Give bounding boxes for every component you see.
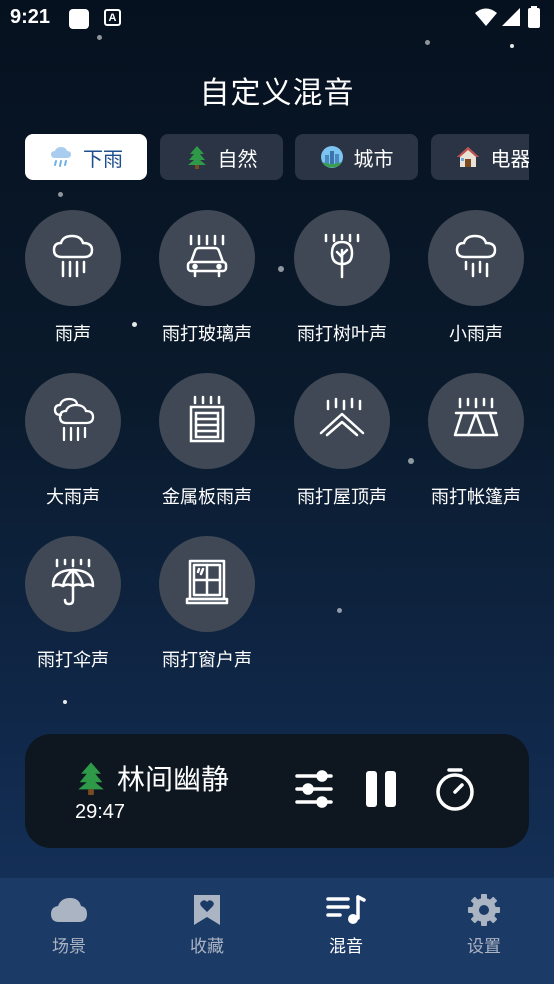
pine-tree-icon — [186, 145, 208, 169]
sound-button[interactable] — [159, 210, 255, 306]
star-dot — [408, 458, 414, 464]
tab-nature[interactable]: 自然 — [160, 134, 283, 180]
nav-label: 混音 — [329, 937, 363, 957]
notification-square-icon — [68, 8, 90, 34]
nav-item-settings[interactable]: 设置 — [434, 892, 534, 957]
nav-label: 收藏 — [190, 937, 224, 957]
sound-label: 雨打窗户声 — [162, 650, 252, 671]
tab-rain[interactable]: 下雨 — [25, 134, 147, 180]
car-rain-icon — [183, 232, 231, 284]
signal-icon — [501, 7, 521, 31]
tab-appliance[interactable]: 电器 — [431, 134, 529, 180]
sound-tile[interactable]: 大雨声 — [13, 373, 133, 509]
page-title: 自定义混音 — [199, 76, 355, 111]
sliders-icon — [294, 770, 334, 812]
wifi-icon — [474, 7, 498, 31]
rain-cloud-icon — [49, 232, 97, 284]
star-dot — [425, 40, 430, 45]
status-time: 9:21 — [10, 6, 51, 28]
player-timer: 29:47 — [75, 801, 126, 823]
sound-label: 雨声 — [55, 324, 91, 345]
sound-button[interactable] — [294, 373, 390, 469]
sound-tile[interactable]: 雨打屋顶声 — [282, 373, 402, 509]
battery-icon — [528, 6, 540, 32]
tab-label: 自然 — [217, 146, 258, 171]
star-dot — [337, 608, 342, 613]
sound-tile[interactable]: 雨打帐篷声 — [416, 373, 536, 509]
sound-label: 金属板雨声 — [162, 487, 252, 508]
tab-label: 下雨 — [83, 146, 123, 171]
sound-button[interactable] — [428, 210, 524, 306]
umbrella-rain-icon — [49, 558, 97, 610]
bookmark-heart-icon — [157, 892, 257, 928]
stopwatch-icon — [434, 767, 476, 815]
tab-city[interactable]: 城市 — [295, 134, 418, 180]
sound-label: 雨打屋顶声 — [297, 487, 387, 508]
pine-tree-icon — [75, 761, 107, 795]
notification-app-icon: A — [104, 9, 121, 26]
status-bar: 9:21 A — [0, 0, 554, 36]
sound-label: 雨打玻璃声 — [162, 324, 252, 345]
roof-rain-icon — [318, 395, 366, 447]
tab-label: 电器 — [490, 146, 530, 171]
tab-label: 城市 — [353, 146, 394, 171]
sound-label: 小雨声 — [449, 324, 503, 345]
bottom-nav: 场景 收藏 混音 设置 — [0, 878, 554, 984]
sound-button[interactable] — [428, 373, 524, 469]
mixer-adjust-button[interactable] — [291, 768, 337, 814]
nav-label: 设置 — [467, 937, 501, 957]
sound-tile[interactable]: 雨打玻璃声 — [147, 210, 267, 346]
metal-sheet-rain-icon — [183, 395, 231, 447]
nav-item-mix[interactable]: 混音 — [296, 892, 396, 957]
playlist-music-icon — [296, 892, 396, 928]
sound-tile[interactable]: 金属板雨声 — [147, 373, 267, 509]
nav-label: 场景 — [52, 937, 86, 957]
cloud-icon — [19, 892, 119, 928]
house-icon — [455, 145, 481, 169]
city-globe-icon — [320, 145, 344, 169]
sound-label: 雨打伞声 — [37, 650, 109, 671]
tree-rain-icon — [318, 232, 366, 284]
light-rain-icon — [452, 232, 500, 284]
timer-button[interactable] — [432, 768, 478, 814]
sound-tile[interactable]: 雨打树叶声 — [282, 210, 402, 346]
nav-item-favorites[interactable]: 收藏 — [157, 892, 257, 957]
rain-cloud-icon — [49, 146, 73, 168]
sound-tile[interactable]: 雨打伞声 — [13, 536, 133, 672]
category-tabs: 下雨 自然 城市 电器 — [25, 134, 529, 180]
gear-icon — [434, 892, 534, 928]
mini-player[interactable]: 林间幽静 29:47 — [25, 734, 529, 848]
sound-button[interactable] — [294, 210, 390, 306]
player-title: 林间幽静 — [75, 758, 229, 798]
star-dot — [510, 44, 514, 48]
star-dot — [63, 700, 67, 704]
sound-label: 雨打树叶声 — [297, 324, 387, 345]
player-title-text: 林间幽静 — [117, 763, 230, 796]
window-rain-icon — [183, 558, 231, 610]
tent-rain-icon — [452, 395, 500, 447]
sound-tile[interactable]: 小雨声 — [416, 210, 536, 346]
sound-button[interactable] — [25, 210, 121, 306]
sound-tile[interactable]: 雨声 — [13, 210, 133, 346]
pause-icon — [364, 770, 398, 812]
sound-button[interactable] — [25, 373, 121, 469]
sound-label: 雨打帐篷声 — [431, 487, 521, 508]
sound-button[interactable] — [159, 536, 255, 632]
star-dot — [58, 192, 63, 197]
sound-tile[interactable]: 雨打窗户声 — [147, 536, 267, 672]
nav-item-scenes[interactable]: 场景 — [19, 892, 119, 957]
sound-button[interactable] — [25, 536, 121, 632]
heavy-rain-icon — [49, 395, 97, 447]
sound-button[interactable] — [159, 373, 255, 469]
sound-label: 大雨声 — [46, 487, 100, 508]
pause-button[interactable] — [358, 768, 404, 814]
